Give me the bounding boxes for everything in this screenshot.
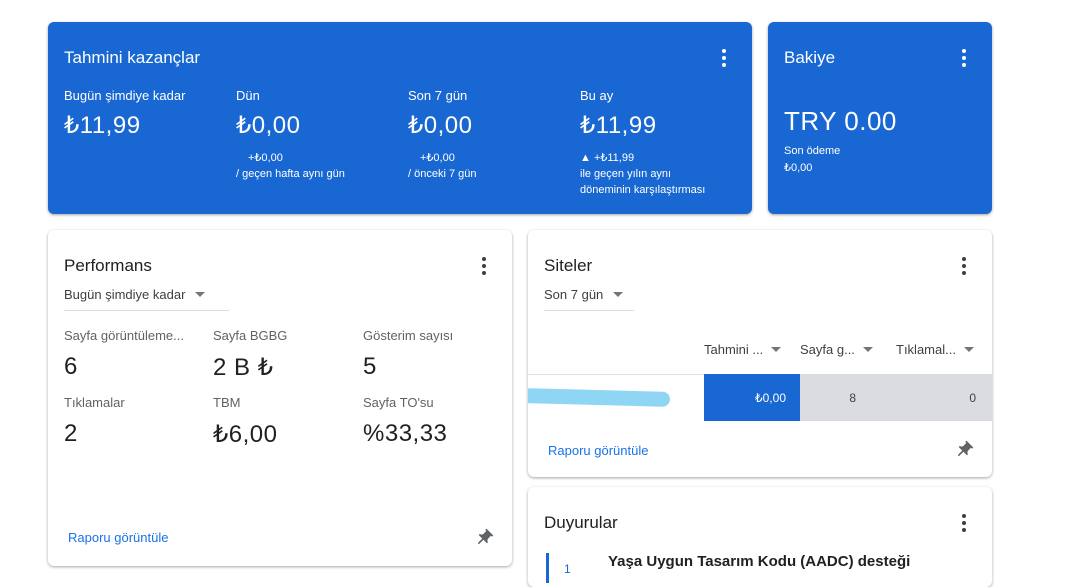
metric-label: Sayfa görüntüleme...: [64, 328, 184, 343]
column-header-label: Tıklamal...: [896, 342, 956, 357]
announcements-card: Duyurular 1 Yaşa Uygun Tasarım Kodu (AAD…: [528, 487, 992, 587]
balance-more-icon[interactable]: [954, 48, 974, 68]
earnings-yesterday-value: ₺0,00: [236, 112, 301, 139]
column-header-clicks[interactable]: Tıklamal...: [896, 342, 974, 357]
performance-title: Performans: [64, 256, 152, 275]
column-header-label: Sayfa g...: [800, 342, 855, 357]
earnings-month-comparison: ▲ +₺11,99 ile geçen yılın aynı döneminin…: [580, 150, 705, 198]
last-payment-label: Son ödeme: [784, 145, 841, 157]
push-pin-icon[interactable]: [474, 528, 494, 548]
earnings-last7-delta: +₺0,00: [420, 152, 455, 164]
sites-more-icon[interactable]: [954, 256, 974, 276]
earnings-yesterday-delta: +₺0,00: [248, 152, 283, 164]
earnings-last7-note: / önceki 7 gün: [408, 168, 477, 180]
metric-pageviews[interactable]: Sayfa görüntüleme... 6: [64, 328, 199, 381]
earnings-today-value: ₺11,99: [64, 112, 141, 139]
metric-impressions[interactable]: Gösterim sayısı 5: [363, 328, 498, 381]
arrow-drop-down-icon: [771, 347, 782, 352]
metric-page-ctr[interactable]: Sayfa TO'su %33,33: [363, 395, 498, 448]
earnings-yesterday-comparison: +₺0,00 / geçen hafta aynı gün: [236, 150, 345, 182]
earnings-month-note-2: döneminin karşılaştırması: [580, 184, 706, 196]
earnings-last7: Son 7 gün ₺0,00 +₺0,00 / önceki 7 gün: [408, 88, 477, 182]
last-payment-value: ₺0,00: [784, 162, 813, 174]
metric-label: Gösterim sayısı: [363, 328, 454, 343]
arrow-drop-down-icon: [195, 292, 206, 297]
earnings-yesterday-note: / geçen hafta aynı gün: [236, 168, 345, 180]
sites-title: Siteler: [544, 256, 593, 275]
metric-value: 6: [64, 353, 78, 380]
arrow-drop-down-icon: [862, 347, 873, 352]
performance-more-icon[interactable]: [474, 256, 494, 276]
announcements-more-icon[interactable]: [954, 513, 974, 533]
metric-label: TBM: [213, 395, 241, 410]
metric-value: ₺6,00: [213, 421, 278, 448]
table-cell-pageviews: 8: [800, 374, 896, 421]
metric-value: 2 B ₺: [213, 354, 274, 381]
earnings-month-delta: ▲ +₺11,99: [580, 152, 635, 164]
table-cell-clicks: 0: [896, 374, 992, 421]
earnings-last7-value: ₺0,00: [408, 112, 473, 139]
metric-label: Sayfa BGBG: [213, 328, 288, 343]
metric-label: Sayfa TO'su: [363, 395, 434, 410]
sites-range-dropdown[interactable]: Son 7 gün: [544, 287, 634, 311]
column-header-label: Tahmini ...: [704, 342, 764, 357]
balance-value: TRY 0.00: [784, 106, 897, 136]
performance-range-dropdown[interactable]: Bugün şimdiye kadar: [64, 287, 229, 311]
metric-value: 5: [363, 353, 377, 380]
earnings-last7-label: Son 7 gün: [408, 88, 468, 103]
metric-label: Tıklamalar: [64, 395, 125, 410]
earnings-title: Tahmini kazançlar: [64, 48, 201, 67]
earnings-month-value: ₺11,99: [580, 112, 657, 139]
column-header-pageviews[interactable]: Sayfa g...: [800, 342, 873, 357]
earnings-last7-comparison: +₺0,00 / önceki 7 gün: [408, 150, 477, 182]
balance-card: Bakiye TRY 0.00 Son ödeme ₺0,00: [768, 22, 992, 214]
metric-clicks[interactable]: Tıklamalar 2: [64, 395, 199, 448]
announcement-marker: [546, 553, 549, 583]
announcement-item[interactable]: Yaşa Uygun Tasarım Kodu (AADC) desteği: [608, 553, 910, 570]
metric-cpc[interactable]: TBM ₺6,00: [213, 395, 348, 449]
earnings-more-icon[interactable]: [714, 48, 734, 68]
earnings-month-label: Bu ay: [580, 88, 614, 103]
performance-report-link[interactable]: Raporu görüntüle: [68, 530, 168, 545]
arrow-drop-down-icon: [613, 292, 624, 297]
performance-card: Performans Bugün şimdiye kadar Sayfa gör…: [48, 230, 512, 566]
earnings-yesterday-label: Dün: [236, 88, 260, 103]
earnings-yesterday: Dün ₺0,00 +₺0,00 / geçen hafta aynı gün: [236, 88, 345, 182]
sites-card: Siteler Son 7 gün Tahmini ... Sayfa g...…: [528, 230, 992, 477]
earnings-month: Bu ay ₺11,99 ▲ +₺11,99 ile geçen yılın a…: [580, 88, 705, 198]
metric-value: 2: [64, 420, 78, 447]
redacted-site-name: [528, 388, 671, 407]
announcements-title: Duyurular: [544, 513, 618, 532]
column-header-earnings[interactable]: Tahmini ...: [704, 342, 782, 357]
earnings-today-label: Bugün şimdiye kadar: [64, 88, 186, 103]
earnings-card: Tahmini kazançlar Bugün şimdiye kadar ₺1…: [48, 22, 752, 214]
table-cell-earnings: ₺0,00: [704, 374, 800, 421]
metric-page-rpm[interactable]: Sayfa BGBG 2 B ₺: [213, 328, 348, 382]
earnings-today: Bugün şimdiye kadar ₺11,99: [64, 88, 185, 140]
sites-report-link[interactable]: Raporu görüntüle: [548, 443, 648, 458]
metric-value: %33,33: [363, 420, 448, 447]
sites-range-label: Son 7 gün: [544, 287, 604, 302]
balance-title: Bakiye: [784, 48, 836, 67]
arrow-drop-down-icon: [963, 347, 974, 352]
earnings-month-note: ile geçen yılın aynı: [580, 168, 672, 180]
performance-range-label: Bugün şimdiye kadar: [64, 287, 186, 302]
announcement-number: 1: [564, 562, 571, 576]
push-pin-icon[interactable]: [954, 440, 974, 460]
